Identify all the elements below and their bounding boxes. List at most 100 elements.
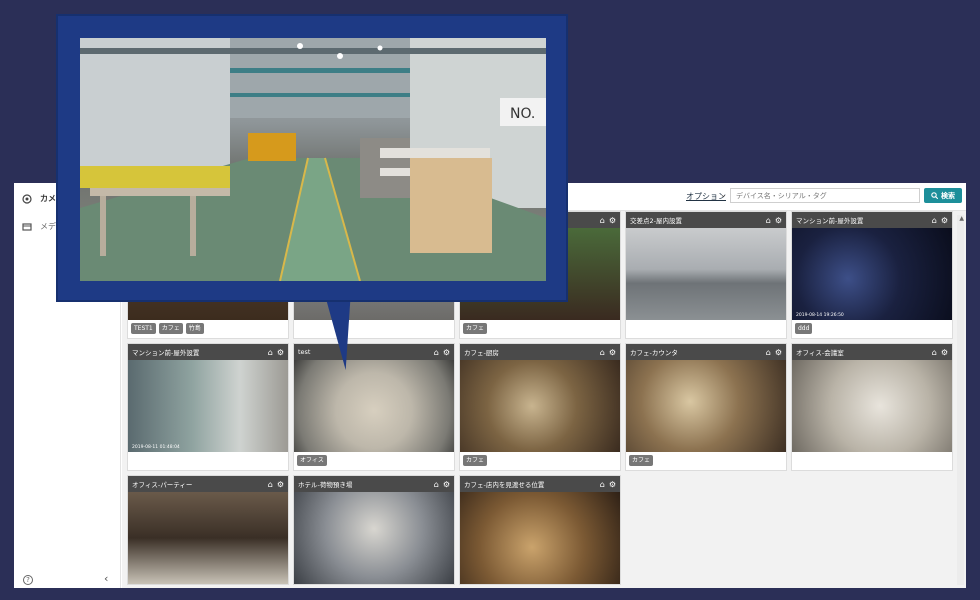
card-tags xyxy=(626,320,786,338)
sidebar-item-label: カメ xyxy=(40,194,56,203)
card-tags: カフェ xyxy=(460,320,620,338)
sidebar-item-media[interactable]: メデ xyxy=(22,221,56,232)
chevron-down-icon[interactable]: ⌄ xyxy=(720,190,727,199)
camera-card[interactable]: 交差点2-屋内設置 ⌂ ⚙ xyxy=(625,211,787,339)
gear-icon[interactable]: ⚙ xyxy=(941,348,948,357)
card-header: オフィス-会議室 ⌂ ⚙ xyxy=(792,344,952,360)
card-title: 交差点2-屋内設置 xyxy=(630,217,682,225)
camera-thumbnail[interactable] xyxy=(792,360,952,452)
gear-icon[interactable]: ⚙ xyxy=(941,216,948,225)
tag-badge[interactable]: ddd xyxy=(795,323,813,334)
camera-thumbnail[interactable] xyxy=(128,492,288,584)
scrollbar[interactable] xyxy=(957,215,964,585)
tag-icon[interactable]: ⌂ xyxy=(766,348,771,357)
camera-thumbnail[interactable] xyxy=(626,360,786,452)
card-header: カフェ-厨房 ⌂ ⚙ xyxy=(460,344,620,360)
svg-text:NO.: NO. xyxy=(510,106,535,122)
card-header: マンション前-屋外設置 ⌂ ⚙ xyxy=(792,212,952,228)
card-title: test xyxy=(298,348,311,356)
tag-icon[interactable]: ⌂ xyxy=(766,216,771,225)
search-button-label: 検索 xyxy=(941,191,955,200)
camera-card[interactable]: オフィス-パーティー ⌂ ⚙ xyxy=(127,475,289,585)
search-button[interactable]: 検索 xyxy=(924,188,962,203)
gear-icon[interactable]: ⚙ xyxy=(609,480,616,489)
tag-icon[interactable]: ⌂ xyxy=(268,480,273,489)
camera-thumbnail[interactable] xyxy=(294,360,454,452)
card-title: マンション前-屋外設置 xyxy=(796,217,864,225)
card-tags xyxy=(792,452,952,470)
camera-card[interactable]: カフェ-厨房 ⌂ ⚙ カフェ xyxy=(459,343,621,471)
gear-icon[interactable]: ⚙ xyxy=(443,348,450,357)
card-header: マンション前-屋外設置 ⌂ ⚙ xyxy=(128,344,288,360)
timestamp: 2019-08-11 01:48:04 xyxy=(132,445,180,450)
tag-icon[interactable]: ⌂ xyxy=(932,216,937,225)
card-tags: ddd xyxy=(792,320,952,338)
tag-icon[interactable]: ⌂ xyxy=(932,348,937,357)
camera-thumbnail[interactable] xyxy=(128,360,288,452)
media-icon xyxy=(22,222,32,232)
card-tags: オフィス xyxy=(294,452,454,470)
tag-icon[interactable]: ⌂ xyxy=(600,480,605,489)
card-title: ホテル-荷物預き場 xyxy=(298,481,353,489)
card-header: カフェ-カウンタ ⌂ ⚙ xyxy=(626,344,786,360)
camera-preview-popup: NO. xyxy=(56,14,568,302)
help-icon[interactable]: ? xyxy=(23,575,33,585)
card-title: オフィス-パーティー xyxy=(132,481,193,489)
card-header: オフィス-パーティー ⌂ ⚙ xyxy=(128,476,288,492)
card-header: 交差点2-屋内設置 ⌂ ⚙ xyxy=(626,212,786,228)
camera-thumbnail[interactable] xyxy=(460,492,620,584)
tag-icon[interactable]: ⌂ xyxy=(600,216,605,225)
search-icon xyxy=(931,192,938,199)
tag-badge[interactable]: 竹島 xyxy=(185,323,204,334)
card-title: カフェ-厨房 xyxy=(464,349,499,357)
card-tags: カフェ xyxy=(460,452,620,470)
camera-card[interactable]: ホテル-荷物預き場 ⌂ ⚙ xyxy=(293,475,455,585)
card-title: オフィス-会議室 xyxy=(796,349,844,357)
camera-thumbnail[interactable] xyxy=(294,492,454,584)
timestamp: 2019-08-14 19:26:50 xyxy=(796,313,844,318)
tag-badge[interactable]: カフェ xyxy=(463,455,488,466)
gear-icon[interactable]: ⚙ xyxy=(443,480,450,489)
card-header: ホテル-荷物預き場 ⌂ ⚙ xyxy=(294,476,454,492)
card-tags xyxy=(128,452,288,470)
sidebar-item-camera[interactable]: カメ xyxy=(22,193,56,204)
gear-icon[interactable]: ⚙ xyxy=(277,480,284,489)
camera-card[interactable]: カフェ-店内を見渡せる位置 ⌂ ⚙ xyxy=(459,475,621,585)
card-title: カフェ-カウンタ xyxy=(630,349,678,357)
card-header: カフェ-店内を見渡せる位置 ⌂ ⚙ xyxy=(460,476,620,492)
camera-card[interactable]: オフィス-会議室 ⌂ ⚙ xyxy=(791,343,953,471)
gear-icon[interactable]: ⚙ xyxy=(609,216,616,225)
camera-thumbnail[interactable] xyxy=(460,360,620,452)
card-tags: カフェ xyxy=(626,452,786,470)
sidebar-item-label: メデ xyxy=(40,222,56,231)
scroll-up-icon[interactable]: ▲ xyxy=(959,215,964,222)
gear-icon[interactable]: ⚙ xyxy=(609,348,616,357)
camera-card[interactable]: test ⌂ ⚙ オフィス xyxy=(293,343,455,471)
camera-card[interactable]: カフェ-カウンタ ⌂ ⚙ カフェ xyxy=(625,343,787,471)
gear-icon[interactable]: ⚙ xyxy=(775,216,782,225)
chevron-left-icon[interactable]: ‹ xyxy=(104,572,108,585)
camera-preview-image: NO. xyxy=(80,38,546,281)
gear-icon[interactable]: ⚙ xyxy=(775,348,782,357)
search-input[interactable] xyxy=(730,188,920,203)
camera-thumbnail[interactable] xyxy=(792,228,952,320)
camera-card[interactable]: マンション前-屋外設置 ⌂ ⚙ 2019-08-11 01:48:04 xyxy=(127,343,289,471)
tag-badge[interactable]: カフェ xyxy=(629,455,654,466)
tag-icon[interactable]: ⌂ xyxy=(268,348,273,357)
tag-badge[interactable]: カフェ xyxy=(463,323,488,334)
tag-badge[interactable]: カフェ xyxy=(158,323,183,334)
card-header: test ⌂ ⚙ xyxy=(294,344,454,360)
card-tags: TEST1 カフェ 竹島 xyxy=(128,320,288,338)
tag-icon[interactable]: ⌂ xyxy=(434,348,439,357)
tag-badge[interactable]: オフィス xyxy=(297,455,327,466)
camera-thumbnail[interactable] xyxy=(626,228,786,320)
tag-icon[interactable]: ⌂ xyxy=(434,480,439,489)
camera-icon xyxy=(22,193,32,204)
card-title: カフェ-店内を見渡せる位置 xyxy=(464,481,545,489)
camera-card[interactable]: マンション前-屋外設置 ⌂ ⚙ 2019-08-14 19:26:50 ddd xyxy=(791,211,953,339)
card-tags xyxy=(294,320,454,338)
gear-icon[interactable]: ⚙ xyxy=(277,348,284,357)
card-title: マンション前-屋外設置 xyxy=(132,349,200,357)
tag-badge[interactable]: TEST1 xyxy=(131,323,156,334)
tag-icon[interactable]: ⌂ xyxy=(600,348,605,357)
